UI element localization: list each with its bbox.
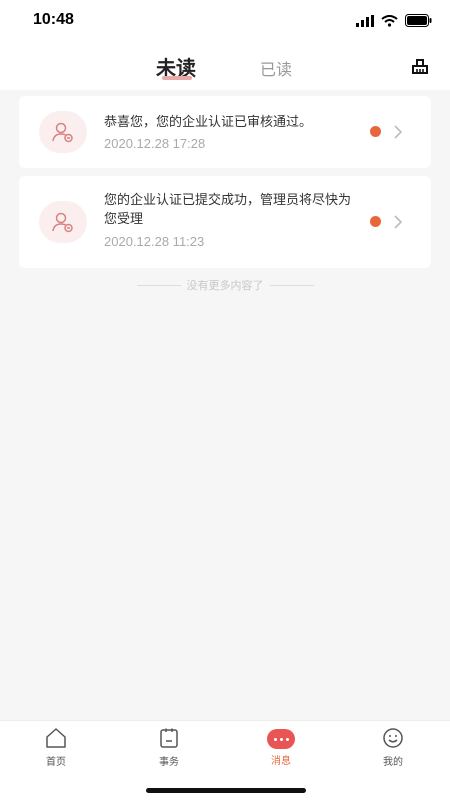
message-list: 恭喜您，您的企业认证已审核通过。 2020.12.28 17:28 您的企业认证…: [0, 90, 450, 720]
home-icon: [46, 728, 66, 748]
avatar: [39, 111, 87, 153]
tabbar-item-messages[interactable]: 消息: [251, 727, 311, 767]
user-icon: [52, 122, 73, 143]
tab-indicator: [162, 76, 192, 80]
chevron-right-icon: [394, 215, 403, 229]
message-icon: [267, 729, 295, 749]
tabbar-label: 首页: [46, 757, 66, 768]
list-end-indicator: 没有更多内容了: [0, 277, 450, 293]
profile-icon: [383, 728, 403, 748]
tabbar-label: 我的: [383, 757, 403, 768]
message-time: 2020.12.28 17:28: [104, 136, 206, 151]
avatar: [39, 201, 87, 243]
signal-icon: [356, 14, 374, 27]
status-time: 10:48: [33, 11, 74, 28]
wifi-icon: [381, 14, 398, 27]
divider: [269, 284, 314, 286]
home-indicator: [146, 788, 306, 793]
affairs-icon: [160, 728, 178, 748]
list-end-text: 没有更多内容了: [186, 280, 264, 292]
tabbar-item-affairs[interactable]: 事务: [139, 727, 199, 768]
tabbar-item-home[interactable]: 首页: [26, 727, 86, 768]
header: 未读 已读: [0, 44, 450, 90]
tabbar-label: 事务: [159, 757, 179, 768]
tabbar-item-mine[interactable]: 我的: [363, 727, 423, 768]
message-text: 您的企业认证已提交成功，管理员将尽快为您受理: [104, 192, 352, 226]
user-icon: [52, 212, 73, 233]
chevron-right-icon: [394, 125, 403, 139]
unread-dot: [370, 126, 381, 137]
divider: [136, 284, 181, 286]
battery-icon: [405, 14, 432, 27]
unread-dot: [370, 216, 381, 227]
tabbar-label: 消息: [271, 756, 291, 767]
clear-all-icon[interactable]: [411, 57, 429, 75]
message-card[interactable]: 恭喜您，您的企业认证已审核通过。 2020.12.28 17:28: [19, 96, 431, 168]
tab-read[interactable]: 已读: [260, 56, 292, 80]
message-card[interactable]: 您的企业认证已提交成功，管理员将尽快为您受理 2020.12.28 11:23: [19, 176, 431, 268]
message-text: 恭喜您，您的企业认证已审核通过。: [104, 114, 313, 129]
message-time: 2020.12.28 11:23: [104, 234, 205, 249]
status-icons: [356, 14, 432, 27]
status-bar: 10:48: [0, 0, 450, 44]
